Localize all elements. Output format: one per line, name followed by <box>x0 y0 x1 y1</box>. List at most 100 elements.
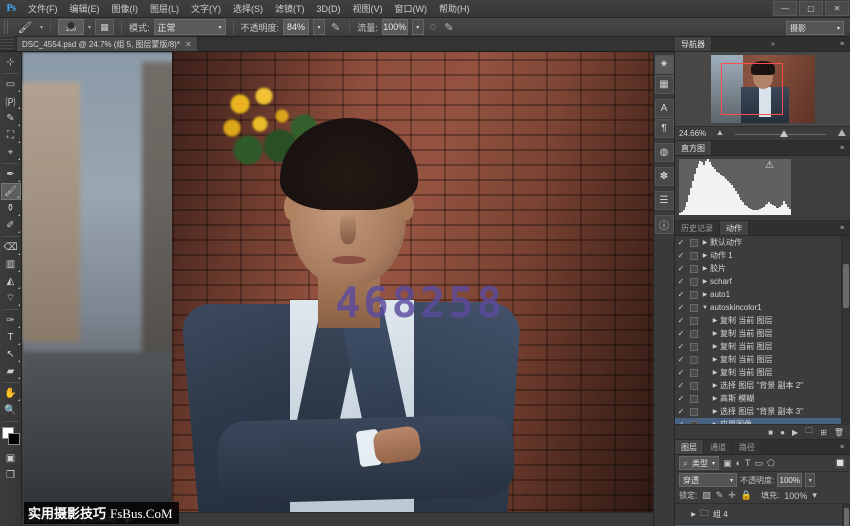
close-icon[interactable]: ✕ <box>185 40 192 49</box>
move-tool[interactable]: ⊹ <box>1 54 21 71</box>
layer-row[interactable]: ▶🗀组 4 <box>675 504 850 525</box>
record-icon[interactable]: ● <box>780 428 785 437</box>
opacity-field[interactable]: 84% <box>283 19 309 35</box>
maximize-button[interactable]: ▢ <box>799 1 823 16</box>
action-dialog-toggle-icon[interactable] <box>687 317 700 325</box>
action-row[interactable]: ✓▶复制 当前 图层 <box>675 314 850 327</box>
brush-tool[interactable]: 🖌 <box>1 183 21 200</box>
action-dialog-toggle-icon[interactable] <box>687 369 700 377</box>
gradient-tool[interactable]: ▥ <box>1 256 21 273</box>
marquee-tool[interactable]: ▭ <box>1 76 21 93</box>
layer-fill-field[interactable]: 100% <box>784 491 807 501</box>
tab-channels[interactable]: 通道 <box>704 440 733 454</box>
action-dialog-toggle-icon[interactable] <box>687 382 700 390</box>
brush-preview-icon[interactable]: 🖌 <box>14 20 36 35</box>
crop-tool[interactable]: ⛶ <box>1 127 21 144</box>
eyedropper-tool[interactable]: ⌖ <box>1 144 21 161</box>
zoom-tool[interactable]: 🔍 <box>1 402 21 419</box>
cache-warning-icon[interactable]: ⚠ <box>765 161 776 171</box>
actions-list[interactable]: ✓▶默认动作✓▶动作 1✓▶胶片✓▶scharf✓▶auto1✓▼autoski… <box>675 236 850 424</box>
path-selection-tool[interactable]: ↖ <box>1 346 21 363</box>
chevron-right-icon[interactable]: ▶ <box>710 395 720 402</box>
tab-actions[interactable]: 动作 <box>720 221 749 235</box>
chevron-right-icon[interactable]: ▶ <box>700 291 710 298</box>
chevron-right-icon[interactable]: ▶ <box>710 317 720 324</box>
paragraph-icon[interactable]: ¶ <box>655 119 674 138</box>
minimize-button[interactable]: — <box>773 1 797 16</box>
adjustments-icon[interactable]: ✷ <box>655 55 674 74</box>
brush-size-chevron-down-icon[interactable]: ▾ <box>88 24 91 31</box>
panel-menu-icon[interactable]: ≡ <box>834 221 850 235</box>
close-button[interactable]: ✕ <box>825 1 849 16</box>
quick-mask-icon[interactable]: ▣ <box>1 450 21 467</box>
menu-item-5[interactable]: 选择(S) <box>227 0 269 18</box>
layer-opacity-stepper[interactable]: ▾ <box>805 473 815 487</box>
action-toggle-icon[interactable]: ✓ <box>675 238 687 247</box>
history-brush-tool[interactable]: ✐ <box>1 217 21 234</box>
menu-item-4[interactable]: 文字(Y) <box>185 0 227 18</box>
menu-item-1[interactable]: 编辑(E) <box>64 0 106 18</box>
chevron-right-icon[interactable]: ▶ <box>700 239 710 246</box>
action-toggle-icon[interactable]: ✓ <box>675 342 687 351</box>
color-swatches[interactable] <box>1 427 21 447</box>
chevron-right-icon[interactable]: ▶ <box>710 408 720 415</box>
action-row[interactable]: ✓▼autoskincolor1 <box>675 301 850 314</box>
lock-position-icon[interactable]: ✛ <box>728 490 736 501</box>
filter-toggle-icon[interactable]: 🔲 <box>835 458 846 469</box>
type-tool[interactable]: T <box>1 329 21 346</box>
filter-shape-icon[interactable]: ▭ <box>755 458 764 469</box>
properties-icon[interactable]: ☰ <box>655 191 674 210</box>
action-toggle-icon[interactable]: ✓ <box>675 368 687 377</box>
action-dialog-toggle-icon[interactable] <box>687 291 700 299</box>
chevron-down-icon[interactable]: ▼ <box>700 305 710 311</box>
pen-tool[interactable]: ✑ <box>1 312 21 329</box>
action-row[interactable]: ✓▶高斯 模糊 <box>675 392 850 405</box>
action-dialog-toggle-icon[interactable] <box>687 343 700 351</box>
tab-histogram[interactable]: 直方图 <box>675 141 712 155</box>
menu-item-7[interactable]: 3D(D) <box>311 0 347 18</box>
quick-selection-tool[interactable]: ✎ <box>1 110 21 127</box>
navigator-view-box[interactable] <box>721 63 783 115</box>
panel-menu-icon[interactable]: ≡ <box>834 141 850 155</box>
shape-tool[interactable]: ▰ <box>1 363 21 380</box>
blend-mode-select[interactable]: 正常 ▾ <box>154 19 226 35</box>
color-icon[interactable]: ▦ <box>655 75 674 94</box>
pressure-opacity-icon[interactable]: ✎ <box>329 21 342 34</box>
screen-mode-icon[interactable]: ❐ <box>1 467 21 484</box>
action-toggle-icon[interactable]: ✓ <box>675 394 687 403</box>
scrollbar-thumb[interactable] <box>844 508 849 526</box>
eraser-tool[interactable]: ⌫ <box>1 239 21 256</box>
action-toggle-icon[interactable]: ✓ <box>675 381 687 390</box>
menu-item-8[interactable]: 视图(V) <box>347 0 389 18</box>
chevron-right-icon[interactable]: ▶ <box>710 421 720 424</box>
action-row[interactable]: ✓▶默认动作 <box>675 236 850 249</box>
opacity-stepper[interactable]: ▾ <box>313 19 325 35</box>
menu-item-9[interactable]: 窗口(W) <box>389 0 434 18</box>
chevron-right-icon[interactable]: ▶ <box>700 278 710 285</box>
spot-healing-tool[interactable]: ✒ <box>1 166 21 183</box>
action-row[interactable]: ✓▶复制 当前 图层 <box>675 366 850 379</box>
options-bar-grip[interactable] <box>4 20 10 34</box>
tab-bar-grip[interactable] <box>0 36 14 51</box>
action-dialog-toggle-icon[interactable] <box>687 252 700 260</box>
tab-paths[interactable]: 路径 <box>733 440 762 454</box>
chevron-right-icon[interactable]: ▶ <box>710 343 720 350</box>
action-row[interactable]: ✓▶复制 当前 图层 <box>675 353 850 366</box>
pressure-flow-icon[interactable]: ✎ <box>442 21 455 34</box>
action-toggle-icon[interactable]: ✓ <box>675 407 687 416</box>
new-set-icon[interactable]: 🗀 <box>805 425 813 439</box>
layer-list[interactable]: ▶🗀组 4◉▼🗀⛓组 5◉◐⛓曲线 6◉◐⛓渐变映射 1◉◐⛓自然饱和度 2◉▼… <box>675 504 850 526</box>
lock-transparency-icon[interactable]: ▨ <box>702 490 711 501</box>
action-row[interactable]: ✓▶胶片 <box>675 262 850 275</box>
chevron-right-icon[interactable]: ▶ <box>710 382 720 389</box>
action-dialog-toggle-icon[interactable] <box>687 278 700 286</box>
action-toggle-icon[interactable]: ✓ <box>675 420 687 424</box>
action-row[interactable]: ✓▶复制 当前 图层 <box>675 340 850 353</box>
flow-field[interactable]: 100% <box>382 19 408 35</box>
filter-smart-icon[interactable]: ⬠ <box>767 458 775 469</box>
scrollbar-thumb[interactable] <box>843 264 849 308</box>
lock-image-icon[interactable]: ✎ <box>716 490 724 501</box>
chevron-right-icon[interactable]: ▶ <box>689 511 698 518</box>
tab-history[interactable]: 历史记录 <box>675 221 720 235</box>
action-row[interactable]: ✓▶scharf <box>675 275 850 288</box>
